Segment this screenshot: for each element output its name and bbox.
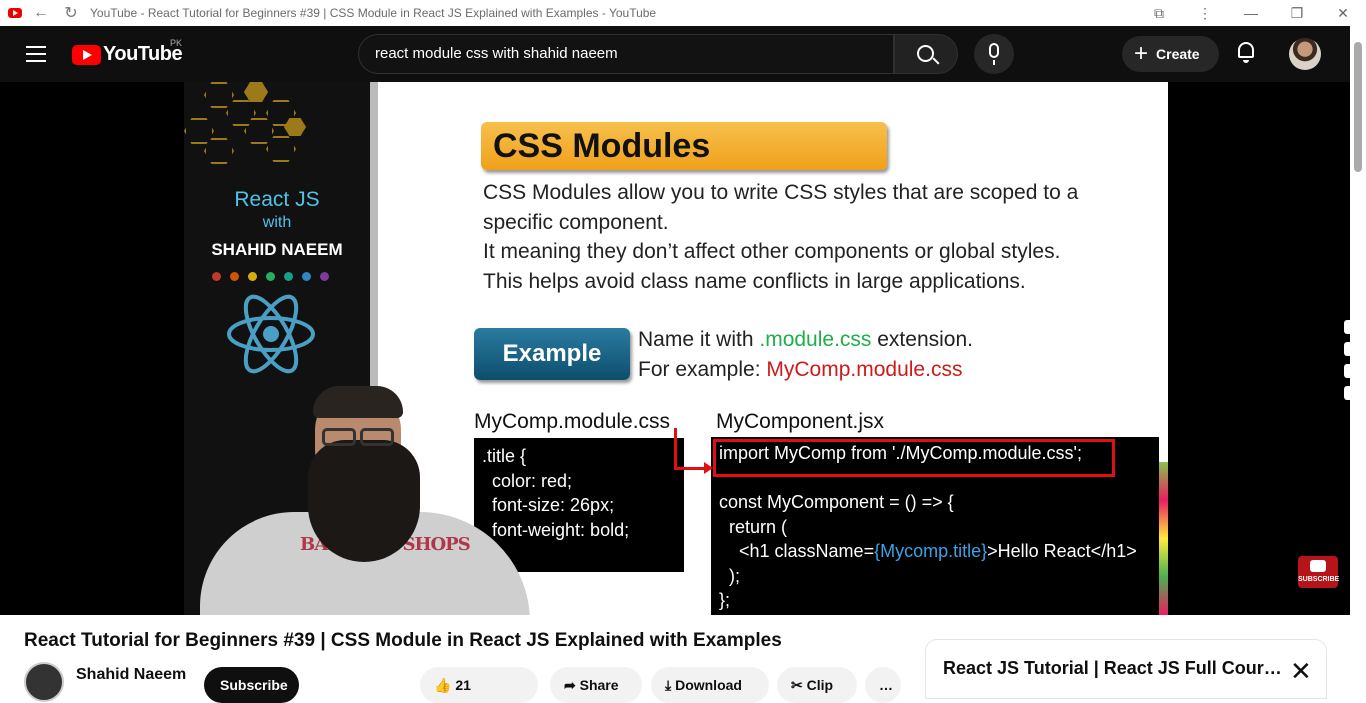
menu-icon[interactable] xyxy=(26,46,46,62)
paragraph-line: CSS Modules allow you to write CSS style… xyxy=(483,181,1079,204)
subscribe-watermark[interactable]: SUBSCRIBE xyxy=(1298,556,1339,588)
restore-button[interactable]: ❐ xyxy=(1274,5,1320,22)
color-dot xyxy=(230,272,239,281)
like-button[interactable]: 👍 21 xyxy=(420,667,538,703)
search-input[interactable]: react module css with shahid naeem xyxy=(358,34,894,74)
color-dot xyxy=(320,272,329,281)
notifications-bell-icon[interactable] xyxy=(1236,40,1256,64)
example-line-2: For example: MyComp.module.css xyxy=(638,358,963,381)
page-scrollbar[interactable] xyxy=(1350,26,1366,615)
microphone-icon xyxy=(989,43,999,58)
slide-with-text: with xyxy=(262,214,292,231)
presenter-beard xyxy=(308,440,420,562)
youtube-play-icon xyxy=(72,44,101,65)
color-dot xyxy=(248,272,257,281)
reload-icon[interactable]: ↻ xyxy=(60,3,82,23)
slide-series-title: React JS xyxy=(234,188,320,211)
like-count: 21 xyxy=(455,677,471,693)
more-actions-button[interactable]: … xyxy=(865,667,901,703)
glasses-icon xyxy=(318,428,398,446)
minimize-button[interactable]: — xyxy=(1228,5,1274,21)
youtube-favicon-icon xyxy=(8,8,22,18)
channel-name[interactable]: Shahid Naeem xyxy=(76,666,186,684)
browser-menu-icon[interactable]: ⋮ xyxy=(1182,5,1228,22)
example-label: Example xyxy=(474,328,630,380)
playlist-close-icon[interactable]: ✕ xyxy=(1290,658,1312,684)
plus-icon: + xyxy=(1134,40,1149,67)
voice-search-button[interactable] xyxy=(974,34,1014,74)
back-icon[interactable]: ← xyxy=(30,4,52,22)
channel-avatar[interactable] xyxy=(24,662,64,702)
create-label: Create xyxy=(1156,46,1200,62)
browser-titlebar: ← ↻ YouTube - React Tutorial for Beginne… xyxy=(0,0,1366,26)
pip-icon[interactable] xyxy=(1344,364,1350,378)
youtube-logo[interactable]: YouTube PK xyxy=(72,38,183,66)
subscribe-button[interactable]: Subscribe xyxy=(204,667,299,703)
jsx-file-name: MyComponent.jsx xyxy=(716,410,885,433)
extension-icon[interactable]: ⧉ xyxy=(1136,5,1182,22)
scrollbar-thumb[interactable] xyxy=(1354,42,1362,172)
pointer-arrow xyxy=(674,428,677,470)
video-player[interactable]: React JS with SHAHID NAEEM CSS Modules C… xyxy=(0,82,1350,615)
slide-paragraph: CSS Modules allow you to write CSS style… xyxy=(483,178,1143,296)
settings-gear-icon[interactable] xyxy=(1344,386,1350,400)
clip-button[interactable]: ✂ Clip xyxy=(777,667,857,703)
playlist-panel: React JS Tutorial | React JS Full Course… xyxy=(925,639,1327,699)
create-button[interactable]: + Create xyxy=(1122,36,1219,72)
slide-author-name: SHAHID NAEEM xyxy=(211,240,343,259)
paragraph-line: This helps avoid class name conflicts in… xyxy=(483,269,1026,293)
color-dot xyxy=(284,272,293,281)
video-title: React Tutorial for Beginners #39 | CSS M… xyxy=(24,630,782,651)
tab-title: YouTube - React Tutorial for Beginners #… xyxy=(90,6,657,20)
record-icon[interactable] xyxy=(1344,342,1350,356)
search-button[interactable] xyxy=(894,34,958,74)
color-dot xyxy=(266,272,275,281)
presenter-webcam: BASS PRO SHOPS xyxy=(200,382,530,615)
slide-heading: CSS Modules xyxy=(481,122,887,170)
arrow-head-icon xyxy=(704,462,713,474)
color-dots xyxy=(212,272,329,281)
import-highlight-box xyxy=(713,439,1115,477)
playlist-title[interactable]: React JS Tutorial | React JS Full Course xyxy=(943,658,1283,679)
screenshot-icon[interactable] xyxy=(1344,320,1350,334)
player-side-tools xyxy=(1340,312,1350,436)
search-icon xyxy=(917,45,934,62)
paragraph-line: It meaning they don’t affect other compo… xyxy=(483,240,1061,263)
youtube-masthead: YouTube PK react module css with shahid … xyxy=(0,26,1350,82)
region-code: PK xyxy=(170,38,183,48)
close-window-button[interactable]: ✕ xyxy=(1320,5,1366,22)
example-line-1: Name it with .module.css extension. xyxy=(638,328,973,351)
color-dot xyxy=(302,272,311,281)
color-dot xyxy=(212,272,221,281)
react-logo-icon xyxy=(227,294,315,374)
share-button[interactable]: ➦ Share xyxy=(550,667,642,703)
download-button[interactable]: ⤓ Download xyxy=(651,667,769,703)
account-avatar[interactable] xyxy=(1289,38,1321,70)
paragraph-line: specific component. xyxy=(483,210,669,234)
slide-decoration xyxy=(1159,462,1168,615)
